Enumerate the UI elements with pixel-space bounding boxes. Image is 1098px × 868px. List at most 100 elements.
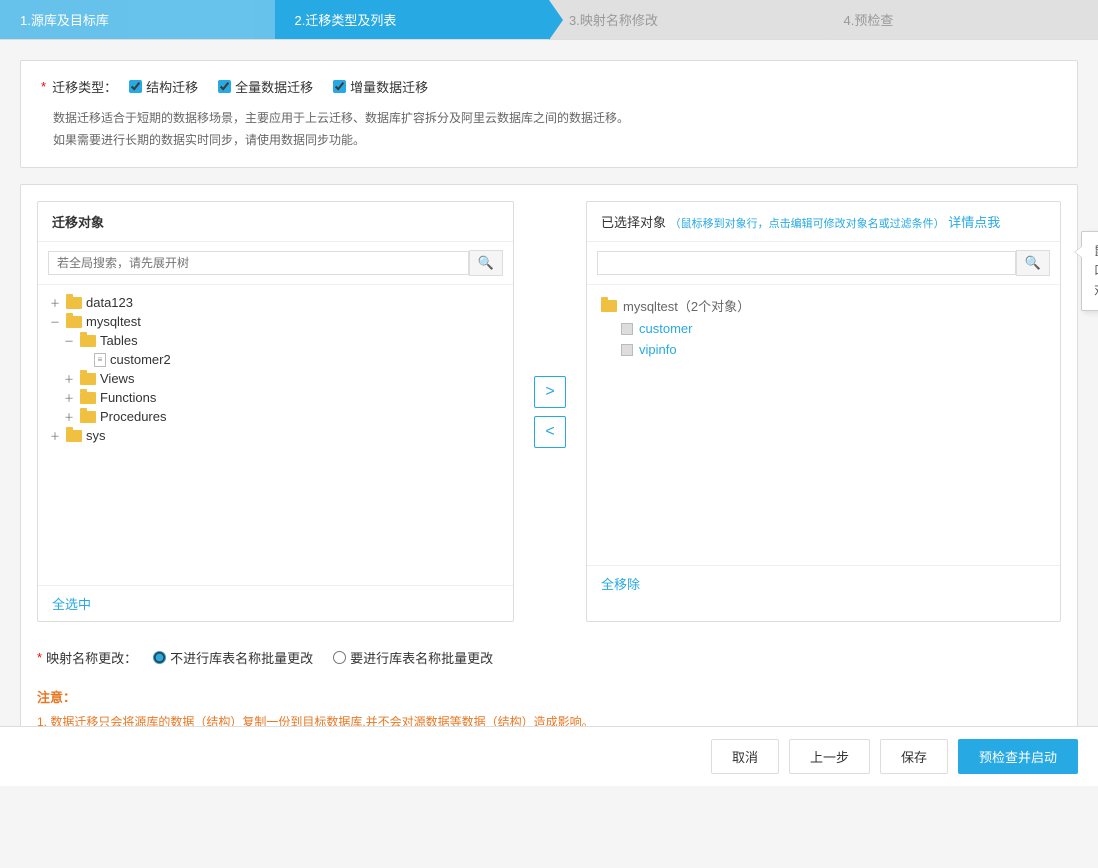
folder-icon-mysqltest <box>66 316 82 328</box>
left-panel: 迁移对象 🔍 ＋ data123 － <box>37 201 514 622</box>
selected-search-row: 🔍 <box>587 242 1060 285</box>
detail-link[interactable]: 详情点我 <box>948 212 1000 231</box>
toggle-mysqltest[interactable]: － <box>48 315 62 329</box>
deselect-all-button[interactable]: 全移除 <box>601 574 640 593</box>
selected-item-customer[interactable]: customer <box>617 318 1050 339</box>
label-mysqltest: mysqltest <box>86 314 141 329</box>
checkbox-incremental-label: 增量数据迁移 <box>350 77 428 96</box>
step-4[interactable]: 4.预检查 <box>824 0 1098 39</box>
toggle-views[interactable]: ＋ <box>62 372 76 386</box>
radio-batch[interactable]: 要进行库表名称批量更改 <box>333 648 493 667</box>
file-icon-customer2: ≡ <box>94 353 106 367</box>
left-panel-title: 迁移对象 <box>52 215 104 230</box>
folder-icon-views <box>80 373 96 385</box>
folder-icon-procedures <box>80 411 96 423</box>
right-panel-wrapper: 已选择对象 （鼠标移到对象行，点击编辑可修改对象名或过滤条件） 详情点我 🔍 m… <box>586 201 1061 622</box>
mapping-row: * 映射名称更改： 不进行库表名称批量更改 要进行库表名称批量更改 <box>37 638 1061 677</box>
tooltip-box: 鼠标移到对象上，点击编辑入口，即可配置源跟目标实例的对象名映射及迁移列选择 <box>1081 231 1098 311</box>
save-button[interactable]: 保存 <box>880 739 948 774</box>
checkbox-full-input[interactable] <box>218 80 231 93</box>
left-panel-header: 迁移对象 <box>38 202 513 242</box>
tree-node-views[interactable]: ＋ Views <box>62 369 503 388</box>
tooltip-text: 鼠标移到对象上，点击编辑入口，即可配置源跟目标实例的对象名映射及迁移列选择 <box>1094 244 1098 296</box>
mapping-required: * <box>37 650 42 665</box>
migration-desc: 数据迁移适合于短期的数据移场景，主要应用于上云迁移、数据库扩容拆分及阿里云数据库… <box>53 108 1057 151</box>
selected-item-vipinfo[interactable]: vipinfo <box>617 339 1050 360</box>
radio-batch-label: 要进行库表名称批量更改 <box>350 648 493 667</box>
arrow-col: > < <box>530 201 570 622</box>
label-customer: customer <box>639 321 692 336</box>
tree-node-mysqltest[interactable]: － mysqltest <box>48 312 503 331</box>
label-functions: Functions <box>100 390 156 405</box>
tree-node-functions[interactable]: ＋ Functions <box>62 388 503 407</box>
folder-icon-functions <box>80 392 96 404</box>
required-star: * <box>41 79 46 94</box>
radio-no-batch-input[interactable] <box>153 651 166 664</box>
tree-node-data123[interactable]: ＋ data123 <box>48 293 503 312</box>
right-panel: 已选择对象 （鼠标移到对象行，点击编辑可修改对象名或过滤条件） 详情点我 🔍 m… <box>586 201 1061 622</box>
step-2[interactable]: 2.迁移类型及列表 <box>275 0 550 39</box>
select-all-button[interactable]: 全选中 <box>52 594 91 613</box>
migration-type-row: * 迁移类型： 结构迁移 全量数据迁移 增量数据迁移 <box>41 77 1057 96</box>
bottom-bar: 取消 上一步 保存 预检查并启动 <box>0 726 1098 786</box>
checkbox-full[interactable]: 全量数据迁移 <box>218 77 313 96</box>
right-panel-header-hint: （鼠标移到对象行，点击编辑可修改对象名或过滤条件） <box>670 218 945 230</box>
label-views: Views <box>100 371 134 386</box>
right-panel-header: 已选择对象 （鼠标移到对象行，点击编辑可修改对象名或过滤条件） 详情点我 <box>587 202 1060 242</box>
step-4-label: 4.预检查 <box>844 10 894 29</box>
folder-icon-selected-db <box>601 300 617 312</box>
tree-node-procedures[interactable]: ＋ Procedures <box>62 407 503 426</box>
cancel-button[interactable]: 取消 <box>711 739 779 774</box>
desc-line1: 数据迁移适合于短期的数据移场景，主要应用于上云迁移、数据库扩容拆分及阿里云数据库… <box>53 108 1057 130</box>
selected-search-button[interactable]: 🔍 <box>1016 250 1050 276</box>
checkbox-structure-label: 结构迁移 <box>146 77 198 96</box>
prev-button[interactable]: 上一步 <box>789 739 870 774</box>
selected-search-input[interactable] <box>597 251 1016 275</box>
step-1-label: 1.源库及目标库 <box>20 10 109 29</box>
step-2-label: 2.迁移类型及列表 <box>295 10 397 29</box>
move-left-button[interactable]: < <box>534 416 566 448</box>
checkbox-structure-input[interactable] <box>129 80 142 93</box>
next-button[interactable]: 预检查并启动 <box>958 739 1078 774</box>
toggle-tables[interactable]: － <box>62 334 76 348</box>
panel-row: 迁移对象 🔍 ＋ data123 － <box>37 201 1061 622</box>
label-tables: Tables <box>100 333 138 348</box>
toggle-procedures[interactable]: ＋ <box>62 410 76 424</box>
checkbox-full-label: 全量数据迁移 <box>235 77 313 96</box>
label-sys: sys <box>86 428 106 443</box>
step-1[interactable]: 1.源库及目标库 <box>0 0 275 39</box>
toggle-data123[interactable]: ＋ <box>48 296 62 310</box>
search-row: 🔍 <box>38 242 513 285</box>
mapping-label: 映射名称更改： <box>46 648 137 667</box>
move-right-button[interactable]: > <box>534 376 566 408</box>
checkbox-structure[interactable]: 结构迁移 <box>129 77 198 96</box>
desc-line2: 如果需要进行长期的数据实时同步，请使用数据同步功能。 <box>53 130 1057 152</box>
toggle-functions[interactable]: ＋ <box>62 391 76 405</box>
toggle-sys[interactable]: ＋ <box>48 429 62 443</box>
folder-icon-data123 <box>66 297 82 309</box>
folder-icon-tables <box>80 335 96 347</box>
file-icon-customer <box>621 323 633 335</box>
notes-title: 注意： <box>37 687 1061 706</box>
selected-area: mysqltest（2个对象） customer vipinfo <box>587 285 1060 565</box>
label-data123: data123 <box>86 295 133 310</box>
tree-node-sys[interactable]: ＋ sys <box>48 426 503 445</box>
right-panel-header-label: 已选择对象 <box>601 215 666 230</box>
checkbox-incremental-input[interactable] <box>333 80 346 93</box>
search-button[interactable]: 🔍 <box>469 250 503 276</box>
file-icon-vipinfo <box>621 344 633 356</box>
tree-area: ＋ data123 － mysqltest － Tables <box>38 285 513 585</box>
checkbox-incremental[interactable]: 增量数据迁移 <box>333 77 428 96</box>
selected-db-label: mysqltest（2个对象） <box>597 293 1050 318</box>
tree-node-customer2[interactable]: ▸ ≡ customer2 <box>76 350 503 369</box>
search-input[interactable] <box>48 251 469 275</box>
tree-node-tables[interactable]: － Tables <box>62 331 503 350</box>
radio-batch-input[interactable] <box>333 651 346 664</box>
folder-icon-sys <box>66 430 82 442</box>
step-3[interactable]: 3.映射名称修改 <box>549 0 824 39</box>
label-procedures: Procedures <box>100 409 166 424</box>
radio-no-batch[interactable]: 不进行库表名称批量更改 <box>153 648 313 667</box>
left-panel-footer: 全选中 <box>38 585 513 621</box>
label-vipinfo: vipinfo <box>639 342 677 357</box>
label-customer2: customer2 <box>110 352 171 367</box>
